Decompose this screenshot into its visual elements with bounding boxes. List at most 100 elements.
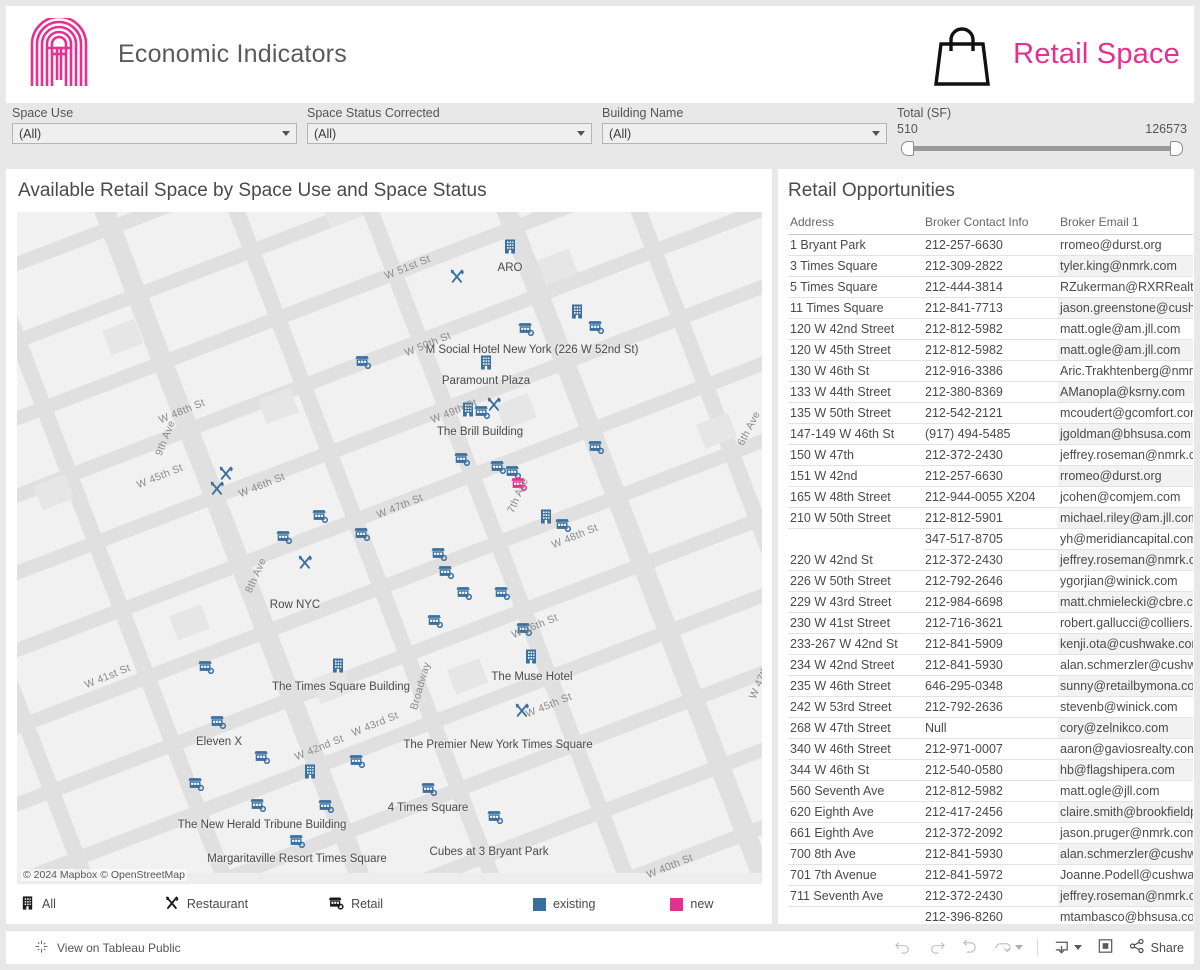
table-row[interactable]: 147-149 W 46th St (917) 494-5485 jgoldman@… <box>788 423 1193 445</box>
map-marker-retail[interactable] <box>250 797 267 816</box>
table-column-header[interactable]: Broker Contact Info <box>923 212 1058 235</box>
table-row[interactable]: 120 W 42nd Street 212-812-5982 matt.ogle@a… <box>788 318 1193 340</box>
slider-handle-min[interactable] <box>901 141 914 156</box>
map-marker-retail[interactable] <box>188 776 205 795</box>
refresh-icon[interactable] <box>993 939 1023 956</box>
table-row[interactable]: 235 W 46th Street 646-295-0348 sunny@retai… <box>788 675 1193 697</box>
table-row[interactable]: 11 Times Square 212-841-7713 jason.greenst… <box>788 297 1193 319</box>
map-marker-retail[interactable] <box>355 354 372 373</box>
legend-item-new[interactable]: new <box>670 897 713 911</box>
table-row[interactable]: 135 W 50th Street 212-542-2121 mcoudert@gc… <box>788 402 1193 424</box>
table-row[interactable]: 230 W 41st Street 212-716-3621 robert.gall… <box>788 612 1193 634</box>
table-row[interactable]: 268 W 47th Street Null cory@zelnikco.com <box>788 717 1193 739</box>
table-cell: 212-372-2430 <box>923 549 1058 571</box>
table-row[interactable]: 133 W 44th Street 212-380-8369 AManopla@ks… <box>788 381 1193 403</box>
download-icon[interactable] <box>1052 939 1082 957</box>
table-row[interactable]: 344 W 46th St 212-540-0580 hb@flagshipera.… <box>788 759 1193 781</box>
table-row[interactable]: 711 Seventh Ave 212-372-2430 jeffrey.rosem… <box>788 885 1193 907</box>
toolbar-actions: Share <box>894 937 1184 958</box>
table-row[interactable]: 701 7th Avenue 212-841-5972 Joanne.Podell@… <box>788 864 1193 886</box>
map-marker-retail[interactable] <box>289 833 306 852</box>
map-marker-retail[interactable] <box>276 529 293 548</box>
space-use-dropdown[interactable]: (All) <box>12 123 297 144</box>
map-marker-retail[interactable] <box>431 546 448 565</box>
map-marker-retail[interactable] <box>312 508 329 527</box>
map-marker-building[interactable] <box>478 354 494 374</box>
map-marker-retail[interactable] <box>456 585 473 604</box>
table-row[interactable]: 340 W 46th Street 212-971-0007 aaron@gavio… <box>788 738 1193 760</box>
table-row[interactable]: 165 W 48th Street 212-944-0055 X204 jcohen… <box>788 486 1193 508</box>
table-column-header[interactable]: Address <box>788 212 923 235</box>
table-row[interactable]: 234 W 42nd Street 212-841-5930 alan.schmer… <box>788 654 1193 676</box>
table-row[interactable]: 620 Eighth Ave 212-417-2456 claire.smith@b… <box>788 801 1193 823</box>
map-marker-building[interactable] <box>538 508 554 528</box>
table-row[interactable]: 212-396-8260 mtambasco@bhsusa.com <box>788 906 1193 924</box>
map-marker-restaurant[interactable] <box>218 465 235 485</box>
table-scroll-area[interactable]: Address Broker Contact Info Broker Email 1… <box>788 212 1194 924</box>
table-cell: 212-542-2121 <box>923 402 1058 424</box>
table-cell: 340 W 46th Street <box>788 738 923 760</box>
table-row[interactable]: 233-267 W 42nd St 212-841-5909 kenji.ota@c… <box>788 633 1193 655</box>
slider-handle-max[interactable] <box>1170 141 1183 156</box>
legend-item-restaurant[interactable]: Restaurant <box>164 895 248 914</box>
table-row[interactable]: 5 Times Square 212-444-3814 RZukerman@RXRR… <box>788 276 1193 298</box>
table-row[interactable]: 229 W 43rd Street 212-984-6698 matt.chmiel… <box>788 591 1193 613</box>
table-row[interactable]: 700 8th Ave 212-841-5930 alan.schmerzler@c… <box>788 843 1193 865</box>
map-marker-building[interactable] <box>569 303 585 323</box>
undo-icon[interactable] <box>894 938 913 958</box>
space-status-dropdown[interactable]: (All) <box>307 123 592 144</box>
legend-item-existing[interactable]: existing <box>533 897 595 911</box>
map-canvas[interactable]: ARO M Social Hotel New York (226 W 52nd S… <box>17 212 762 884</box>
tableau-logo-icon <box>34 939 49 957</box>
view-on-tableau-public-button[interactable]: View on Tableau Public <box>34 939 181 957</box>
table-row[interactable]: 151 W 42nd 212-257-6630 rromeo@durst.org <box>788 465 1193 487</box>
map-marker-retail[interactable] <box>454 451 471 470</box>
table-row[interactable]: 560 Seventh Ave 212-812-5982 matt.ogle@jll… <box>788 780 1193 802</box>
table-cell: 212-812-5982 <box>923 780 1058 802</box>
map-marker-building[interactable] <box>330 657 346 677</box>
map-marker-retail[interactable] <box>588 439 605 458</box>
map-marker-building[interactable] <box>502 238 518 258</box>
redo-icon[interactable] <box>927 938 946 958</box>
table-row[interactable]: 1 Bryant Park 212-257-6630 rromeo@durst.or… <box>788 234 1193 256</box>
map-legend: All Restaurant Retail existing new <box>6 884 772 924</box>
map-marker-retail[interactable] <box>494 585 511 604</box>
map-marker-building[interactable] <box>302 763 318 783</box>
map-marker-restaurant[interactable] <box>449 268 466 288</box>
table-row[interactable]: 220 W 42nd St 212-372-2430 jeffrey.roseman… <box>788 549 1193 571</box>
table-row[interactable]: 242 W 53rd Street 212-792-2636 stevenb@win… <box>788 696 1193 718</box>
map-marker-retail[interactable] <box>254 749 271 768</box>
map-marker-retail[interactable] <box>198 659 215 678</box>
building-name-dropdown[interactable]: (All) <box>602 123 887 144</box>
map-marker-retail[interactable] <box>421 781 438 800</box>
map-marker-retail[interactable] <box>518 321 535 340</box>
table-row[interactable]: 661 Eighth Ave 212-372-2092 jason.pruger@n… <box>788 822 1193 844</box>
table-column-header[interactable]: Broker Email 1 <box>1058 212 1193 235</box>
map-marker-retail[interactable] <box>210 714 227 733</box>
map-marker-restaurant[interactable] <box>297 554 314 574</box>
table-row[interactable]: 3 Times Square 212-309-2822 tyler.king@nmr… <box>788 255 1193 277</box>
share-button[interactable]: Share <box>1129 938 1184 957</box>
fullscreen-icon[interactable] <box>1096 937 1115 958</box>
map-marker-retail[interactable] <box>427 613 444 632</box>
map-marker-building[interactable] <box>523 648 539 668</box>
table-row[interactable]: 130 W 46th St 212-916-3386 Aric.Trakhtenbe… <box>788 360 1193 382</box>
page-title: Economic Indicators <box>118 40 347 68</box>
map-marker-retail[interactable] <box>588 319 605 338</box>
map-marker-retail[interactable] <box>349 753 366 772</box>
total-sf-slider[interactable] <box>897 140 1187 156</box>
table-row[interactable]: 226 W 50th Street 212-792-2646 ygorjian@wi… <box>788 570 1193 592</box>
revert-icon[interactable] <box>960 938 979 958</box>
map-marker-retail[interactable] <box>318 798 335 817</box>
legend-item-all[interactable]: All <box>20 895 56 914</box>
legend-item-retail[interactable]: Retail <box>328 895 383 913</box>
table-cell: 120 W 45th Street <box>788 339 923 361</box>
table-row[interactable]: 150 W 47th 212-372-2430 jeffrey.roseman@nm… <box>788 444 1193 466</box>
map-marker-retail[interactable] <box>354 526 371 545</box>
table-row[interactable]: 210 W 50th Street 212-812-5901 michael.ril… <box>788 507 1193 529</box>
table-row[interactable]: 347-517-8705 yh@meridiancapital.com <box>788 528 1193 550</box>
map-marker-retail[interactable] <box>487 809 504 828</box>
table-cell: AManopla@ksrny.com <box>1058 381 1193 403</box>
map-marker-retail[interactable] <box>438 564 455 583</box>
table-row[interactable]: 120 W 45th Street 212-812-5982 matt.ogle@a… <box>788 339 1193 361</box>
